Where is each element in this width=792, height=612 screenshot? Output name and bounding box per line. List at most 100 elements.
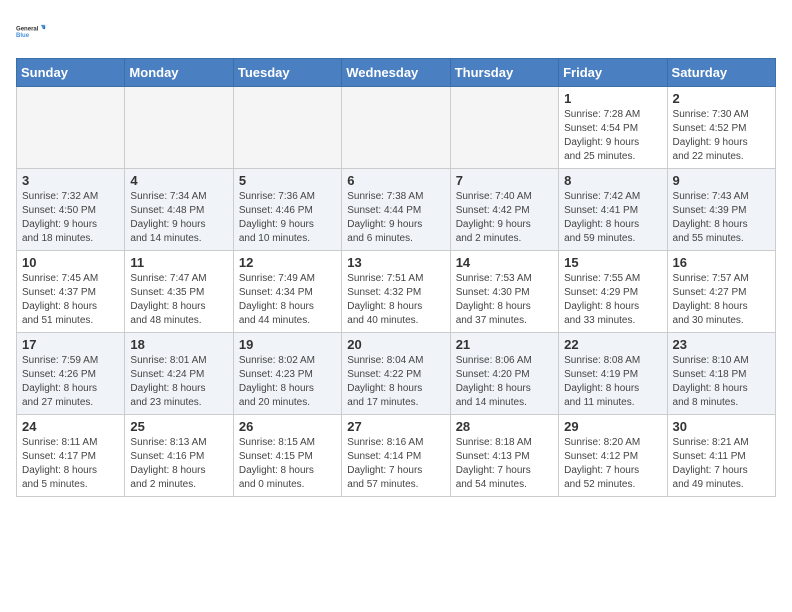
day-cell: 14 Sunrise: 7:53 AMSunset: 4:30 PMDayligh… xyxy=(450,251,558,333)
logo: GeneralBlue xyxy=(16,16,48,48)
day-cell: 28Sunrise: 8:18 AMSunset: 4:13 PMDayligh… xyxy=(450,415,558,497)
day-number: 25 xyxy=(130,419,227,434)
day-number: 19 xyxy=(239,337,336,352)
day-number: 29 xyxy=(564,419,661,434)
day-cell: 1 Sunrise: 7:28 AMSunset: 4:54 PMDaylight… xyxy=(559,87,667,169)
day-info: Sunrise: 7:28 AMSunset: 4:54 PMDaylight:… xyxy=(564,108,661,164)
day-info: Sunrise: 7:38 AMSunset: 4:44 PMDaylight:… xyxy=(347,190,444,246)
day-number: 24 xyxy=(22,419,119,434)
day-info: Sunrise: 7:57 AMSunset: 4:27 PMDaylight:… xyxy=(673,272,770,328)
day-info: Sunrise: 8:13 AMSunset: 4:16 PMDaylight:… xyxy=(130,436,227,492)
day-number: 27 xyxy=(347,419,444,434)
day-number: 7 xyxy=(456,173,553,188)
day-cell: 26 Sunrise: 8:15 AMSunset: 4:15 PMDayligh… xyxy=(233,415,341,497)
day-info: Sunrise: 7:42 AMSunset: 4:41 PMDaylight:… xyxy=(564,190,661,246)
day-number: 10 xyxy=(22,255,119,270)
svg-text:General: General xyxy=(16,27,39,33)
day-number: 16 xyxy=(673,255,770,270)
day-cell: 22 Sunrise: 8:08 AMSunset: 4:19 PMDayligh… xyxy=(559,333,667,415)
day-cell: 11Sunrise: 7:47 AMSunset: 4:35 PMDayligh… xyxy=(125,251,233,333)
day-info: Sunrise: 8:04 AMSunset: 4:22 PMDaylight:… xyxy=(347,354,444,410)
day-number: 23 xyxy=(673,337,770,352)
day-cell: 10 Sunrise: 7:45 AMSunset: 4:37 PMDayligh… xyxy=(17,251,125,333)
day-info: Sunrise: 8:21 AMSunset: 4:11 PMDaylight:… xyxy=(673,436,770,492)
day-number: 9 xyxy=(673,173,770,188)
day-info: Sunrise: 8:06 AMSunset: 4:20 PMDaylight:… xyxy=(456,354,553,410)
calendar-table: SundayMondayTuesdayWednesdayThursdayFrid… xyxy=(16,58,776,497)
day-info: Sunrise: 7:55 AMSunset: 4:29 PMDaylight:… xyxy=(564,272,661,328)
day-info: Sunrise: 7:53 AMSunset: 4:30 PMDaylight:… xyxy=(456,272,553,328)
day-cell: 5 Sunrise: 7:36 AMSunset: 4:46 PMDaylight… xyxy=(233,169,341,251)
day-number: 13 xyxy=(347,255,444,270)
day-cell xyxy=(17,87,125,169)
day-number: 28 xyxy=(456,419,553,434)
day-cell xyxy=(342,87,450,169)
day-number: 14 xyxy=(456,255,553,270)
day-cell: 23Sunrise: 8:10 AMSunset: 4:18 PMDayligh… xyxy=(667,333,775,415)
day-cell: 20 Sunrise: 8:04 AMSunset: 4:22 PMDayligh… xyxy=(342,333,450,415)
svg-text:Blue: Blue xyxy=(16,33,30,39)
day-cell: 12 Sunrise: 7:49 AMSunset: 4:34 PMDayligh… xyxy=(233,251,341,333)
week-row-0: 1 Sunrise: 7:28 AMSunset: 4:54 PMDaylight… xyxy=(17,87,776,169)
day-cell: 9Sunrise: 7:43 AMSunset: 4:39 PMDaylight… xyxy=(667,169,775,251)
calendar-header-row: SundayMondayTuesdayWednesdayThursdayFrid… xyxy=(17,59,776,87)
day-info: Sunrise: 8:02 AMSunset: 4:23 PMDaylight:… xyxy=(239,354,336,410)
day-cell: 21Sunrise: 8:06 AMSunset: 4:20 PMDayligh… xyxy=(450,333,558,415)
logo-icon: GeneralBlue xyxy=(16,16,48,48)
header-wednesday: Wednesday xyxy=(342,59,450,87)
day-cell: 3Sunrise: 7:32 AMSunset: 4:50 PMDaylight… xyxy=(17,169,125,251)
day-number: 4 xyxy=(130,173,227,188)
page-header: GeneralBlue xyxy=(16,16,776,48)
day-info: Sunrise: 7:51 AMSunset: 4:32 PMDaylight:… xyxy=(347,272,444,328)
day-cell: 24 Sunrise: 8:11 AMSunset: 4:17 PMDayligh… xyxy=(17,415,125,497)
day-cell: 25 Sunrise: 8:13 AMSunset: 4:16 PMDayligh… xyxy=(125,415,233,497)
day-cell: 30 Sunrise: 8:21 AMSunset: 4:11 PMDayligh… xyxy=(667,415,775,497)
header-friday: Friday xyxy=(559,59,667,87)
day-number: 30 xyxy=(673,419,770,434)
day-cell: 13 Sunrise: 7:51 AMSunset: 4:32 PMDayligh… xyxy=(342,251,450,333)
day-number: 5 xyxy=(239,173,336,188)
day-info: Sunrise: 7:30 AMSunset: 4:52 PMDaylight:… xyxy=(673,108,770,164)
week-row-2: 10 Sunrise: 7:45 AMSunset: 4:37 PMDayligh… xyxy=(17,251,776,333)
day-info: Sunrise: 8:15 AMSunset: 4:15 PMDaylight:… xyxy=(239,436,336,492)
day-info: Sunrise: 7:32 AMSunset: 4:50 PMDaylight:… xyxy=(22,190,119,246)
day-cell: 27Sunrise: 8:16 AMSunset: 4:14 PMDayligh… xyxy=(342,415,450,497)
header-monday: Monday xyxy=(125,59,233,87)
day-info: Sunrise: 8:08 AMSunset: 4:19 PMDaylight:… xyxy=(564,354,661,410)
day-info: Sunrise: 7:45 AMSunset: 4:37 PMDaylight:… xyxy=(22,272,119,328)
day-info: Sunrise: 7:36 AMSunset: 4:46 PMDaylight:… xyxy=(239,190,336,246)
day-number: 18 xyxy=(130,337,227,352)
header-sunday: Sunday xyxy=(17,59,125,87)
calendar-body: 1 Sunrise: 7:28 AMSunset: 4:54 PMDaylight… xyxy=(17,87,776,497)
day-info: Sunrise: 7:40 AMSunset: 4:42 PMDaylight:… xyxy=(456,190,553,246)
day-number: 26 xyxy=(239,419,336,434)
day-cell: 2 Sunrise: 7:30 AMSunset: 4:52 PMDaylight… xyxy=(667,87,775,169)
week-row-4: 24 Sunrise: 8:11 AMSunset: 4:17 PMDayligh… xyxy=(17,415,776,497)
day-cell: 17Sunrise: 7:59 AMSunset: 4:26 PMDayligh… xyxy=(17,333,125,415)
day-number: 8 xyxy=(564,173,661,188)
day-cell: 16 Sunrise: 7:57 AMSunset: 4:27 PMDayligh… xyxy=(667,251,775,333)
day-cell xyxy=(233,87,341,169)
day-cell: 29 Sunrise: 8:20 AMSunset: 4:12 PMDayligh… xyxy=(559,415,667,497)
day-info: Sunrise: 7:47 AMSunset: 4:35 PMDaylight:… xyxy=(130,272,227,328)
day-info: Sunrise: 7:34 AMSunset: 4:48 PMDaylight:… xyxy=(130,190,227,246)
week-row-3: 17Sunrise: 7:59 AMSunset: 4:26 PMDayligh… xyxy=(17,333,776,415)
day-info: Sunrise: 8:01 AMSunset: 4:24 PMDaylight:… xyxy=(130,354,227,410)
day-number: 22 xyxy=(564,337,661,352)
day-cell: 4 Sunrise: 7:34 AMSunset: 4:48 PMDaylight… xyxy=(125,169,233,251)
day-number: 2 xyxy=(673,91,770,106)
day-number: 6 xyxy=(347,173,444,188)
header-thursday: Thursday xyxy=(450,59,558,87)
day-cell: 19 Sunrise: 8:02 AMSunset: 4:23 PMDayligh… xyxy=(233,333,341,415)
week-row-1: 3Sunrise: 7:32 AMSunset: 4:50 PMDaylight… xyxy=(17,169,776,251)
day-number: 20 xyxy=(347,337,444,352)
day-number: 1 xyxy=(564,91,661,106)
day-cell: 8 Sunrise: 7:42 AMSunset: 4:41 PMDaylight… xyxy=(559,169,667,251)
day-info: Sunrise: 8:11 AMSunset: 4:17 PMDaylight:… xyxy=(22,436,119,492)
day-cell: 18 Sunrise: 8:01 AMSunset: 4:24 PMDayligh… xyxy=(125,333,233,415)
day-number: 12 xyxy=(239,255,336,270)
day-cell xyxy=(125,87,233,169)
day-info: Sunrise: 8:20 AMSunset: 4:12 PMDaylight:… xyxy=(564,436,661,492)
day-info: Sunrise: 7:49 AMSunset: 4:34 PMDaylight:… xyxy=(239,272,336,328)
day-info: Sunrise: 7:59 AMSunset: 4:26 PMDaylight:… xyxy=(22,354,119,410)
